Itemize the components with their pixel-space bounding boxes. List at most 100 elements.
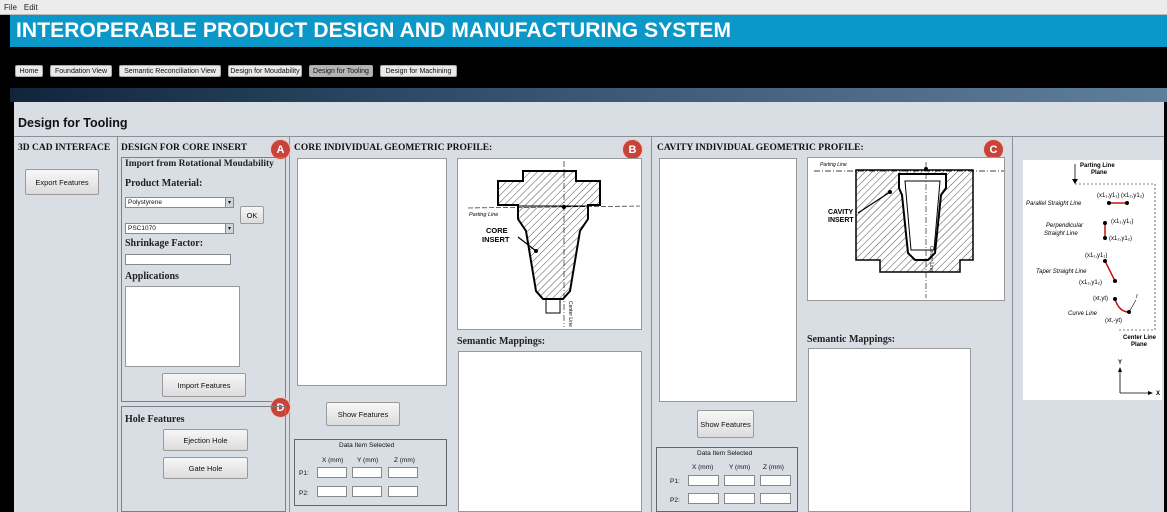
nav-tooling-button[interactable]: Design for Tooling bbox=[309, 65, 373, 77]
core-p1-x-input[interactable] bbox=[317, 467, 347, 478]
cavity-p2-x-input[interactable] bbox=[688, 493, 719, 504]
core-col-y: Y (mm) bbox=[357, 457, 379, 464]
grade-select[interactable]: PSC1070 ▾ bbox=[125, 223, 234, 234]
header-strip bbox=[10, 88, 1167, 102]
legend-centerline-2: Plane bbox=[1131, 342, 1148, 348]
shrinkage-label: Shrinkage Factor: bbox=[125, 238, 204, 249]
nav-semantic-button[interactable]: Semantic Reconciliation View bbox=[119, 65, 221, 77]
cavity-p1-label: P1: bbox=[670, 478, 680, 485]
cavity-insert-text: INSERT bbox=[828, 217, 854, 224]
core-feature-list[interactable] bbox=[297, 158, 447, 386]
cad-heading: 3D CAD INTERFACE bbox=[18, 143, 111, 153]
legend-taper-coord-2: (x1₂,y1₂) bbox=[1079, 280, 1102, 286]
divider bbox=[289, 137, 290, 512]
cavity-feature-list[interactable] bbox=[659, 158, 797, 402]
cavity-parting-text: Parting Line bbox=[820, 162, 847, 168]
divider bbox=[117, 137, 118, 512]
cavity-insert-drawing: Parting Line CAVITY INSERT Center Line bbox=[807, 157, 1005, 301]
cavity-insert-text: CAVITY bbox=[828, 209, 853, 216]
nav-foundation-button[interactable]: Foundation View bbox=[50, 65, 112, 77]
core-semantic-label: Semantic Mappings: bbox=[457, 336, 546, 347]
badge-b: B bbox=[623, 140, 642, 159]
legend-curve-coord-1: (xt,yt) bbox=[1093, 296, 1108, 302]
cavity-center-text: Center Line bbox=[928, 246, 934, 272]
core-insert-diagram: Parting Line CORE INSERT Center Line bbox=[467, 161, 641, 327]
export-features-button[interactable]: Export Features bbox=[25, 169, 99, 195]
nav-machining-button[interactable]: Design for Machining bbox=[380, 65, 457, 77]
core-p2-x-input[interactable] bbox=[317, 486, 347, 497]
material-select[interactable]: Polystyrene ▾ bbox=[125, 197, 234, 208]
nav-moudability-button[interactable]: Design for Moudability bbox=[228, 65, 302, 77]
core-p1-z-input[interactable] bbox=[388, 467, 418, 478]
hole-features-heading: Hole Features bbox=[125, 414, 185, 425]
ok-button[interactable]: OK bbox=[240, 206, 264, 224]
core-data-title: Data Item Selected bbox=[339, 442, 395, 449]
cavity-show-features-button[interactable]: Show Features bbox=[697, 410, 754, 438]
cavity-col-z: Z (mm) bbox=[763, 464, 784, 471]
core-parting-text: Parting Line bbox=[469, 212, 498, 218]
legend-curve-coord-2: (xt,-yt) bbox=[1105, 318, 1122, 324]
legend-parallel: Parallel Straight Line bbox=[1026, 201, 1082, 207]
material-select-value: Polystyrene bbox=[128, 199, 162, 206]
cavity-p2-y-input[interactable] bbox=[724, 493, 755, 504]
cavity-semantic-label: Semantic Mappings: bbox=[807, 334, 896, 345]
import-features-button[interactable]: Import Features bbox=[162, 373, 246, 397]
nav-home-button[interactable]: Home bbox=[15, 65, 43, 77]
legend-plane-text: Plane bbox=[1091, 170, 1108, 176]
legend-taper-coord-1: (x1₁,y1₁) bbox=[1085, 253, 1107, 259]
core-semantic-mappings[interactable] bbox=[458, 351, 642, 512]
gate-hole-button[interactable]: Gate Hole bbox=[163, 457, 248, 479]
chevron-down-icon[interactable]: ▾ bbox=[225, 224, 233, 233]
core-insert-drawing: Parting Line CORE INSERT Center Line bbox=[457, 158, 642, 330]
menu-edit[interactable]: Edit bbox=[24, 3, 38, 12]
cavity-p2-z-input[interactable] bbox=[760, 493, 791, 504]
cavity-data-title: Data Item Selected bbox=[697, 450, 753, 457]
legend-axis-y: Y bbox=[1118, 360, 1122, 366]
cavity-col-y: Y (mm) bbox=[729, 464, 751, 471]
product-material-label: Product Material: bbox=[125, 178, 203, 189]
core-show-features-button[interactable]: Show Features bbox=[326, 402, 400, 426]
core-p1-y-input[interactable] bbox=[352, 467, 382, 478]
legend-taper: Taper Straight Line bbox=[1036, 269, 1087, 275]
legend-perp-coord-1: (x1₁,y1₁) bbox=[1111, 219, 1133, 225]
core-p1-label: P1: bbox=[299, 470, 309, 477]
legend-perpendicular-1: Perpendicular bbox=[1046, 223, 1084, 229]
core-insert-heading: DESIGN FOR CORE INSERT bbox=[121, 143, 248, 153]
applications-list[interactable] bbox=[125, 286, 240, 367]
core-p2-y-input[interactable] bbox=[352, 486, 382, 497]
core-col-z: Z (mm) bbox=[394, 457, 415, 464]
ejection-hole-button[interactable]: Ejection Hole bbox=[163, 429, 248, 451]
cavity-p1-y-input[interactable] bbox=[724, 475, 755, 486]
legend-centerline-1: Center Line bbox=[1123, 335, 1157, 341]
cavity-col-x: X (mm) bbox=[692, 464, 714, 471]
shrinkage-input[interactable] bbox=[125, 254, 231, 265]
cavity-profile-heading: CAVITY INDIVIDUAL GEOMETRIC PROFILE: bbox=[657, 143, 864, 153]
core-p2-z-input[interactable] bbox=[388, 486, 418, 497]
cavity-p1-x-input[interactable] bbox=[688, 475, 719, 486]
chevron-down-icon[interactable]: ▾ bbox=[225, 198, 233, 207]
applications-label: Applications bbox=[125, 271, 179, 282]
core-insert-text: CORE bbox=[486, 226, 508, 235]
legend-curve: Curve Line bbox=[1068, 311, 1098, 317]
cavity-p2-label: P2: bbox=[670, 497, 680, 504]
core-center-text: Center Line bbox=[567, 301, 573, 327]
import-heading: Import from Rotational Moudability bbox=[125, 159, 274, 169]
cavity-semantic-mappings[interactable] bbox=[808, 348, 971, 512]
menu-file[interactable]: File bbox=[4, 3, 17, 12]
cavity-p1-z-input[interactable] bbox=[760, 475, 791, 486]
title-divider bbox=[14, 136, 1164, 137]
core-p2-label: P2: bbox=[299, 490, 309, 497]
legend-parting-line: Parting Line bbox=[1080, 163, 1115, 169]
line-types-diagram: Parting Line Plane Parallel Straight Lin… bbox=[1026, 163, 1160, 397]
divider bbox=[651, 137, 652, 512]
legend-perp-coord-2: (x1₂,y1₂) bbox=[1109, 236, 1132, 242]
app-banner: INTEROPERABLE PRODUCT DESIGN AND MANUFAC… bbox=[10, 15, 1167, 47]
core-col-x: X (mm) bbox=[322, 457, 344, 464]
cavity-insert-diagram: Parting Line CAVITY INSERT Center Line bbox=[814, 162, 1004, 298]
legend-perpendicular-2: Straight Line bbox=[1044, 231, 1078, 237]
core-insert-text: INSERT bbox=[482, 235, 510, 244]
core-profile-heading: CORE INDIVIDUAL GEOMETRIC PROFILE: bbox=[294, 143, 493, 153]
menu-bar: File Edit bbox=[0, 0, 1167, 15]
legend-axis-x: X bbox=[1156, 391, 1160, 397]
app-title: INTEROPERABLE PRODUCT DESIGN AND MANUFAC… bbox=[16, 19, 732, 42]
